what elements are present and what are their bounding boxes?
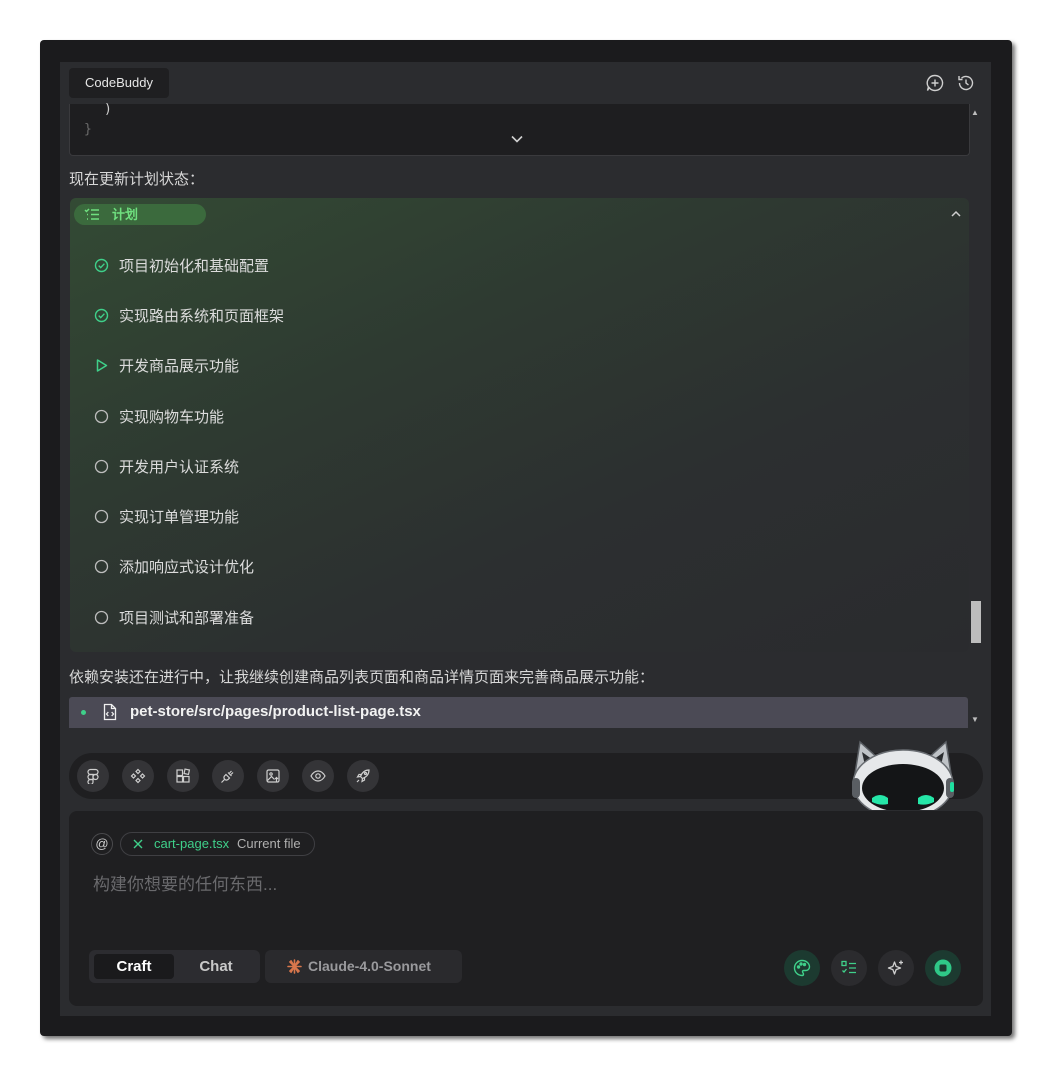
circle-icon (94, 610, 109, 625)
check-circle-icon (94, 308, 109, 323)
circle-icon (94, 559, 109, 574)
tab-codebuddy[interactable]: CodeBuddy (69, 68, 169, 98)
chevron-up-icon[interactable] (949, 207, 963, 221)
blocks-icon (176, 768, 191, 783)
context-file-sub: Current file (237, 836, 301, 851)
context-file-chip[interactable]: cart-page.tsx Current file (120, 832, 315, 856)
code-line: } (84, 122, 92, 137)
close-icon[interactable] (132, 838, 144, 850)
code-block: ) } (69, 102, 970, 156)
claude-logo-icon (287, 959, 302, 974)
prompt-input[interactable]: 构建你想要的任何东西... (93, 870, 277, 895)
plug-icon (221, 770, 234, 783)
scroll-down-arrow[interactable]: ▼ (971, 715, 979, 724)
blocks-button[interactable] (167, 760, 199, 792)
plan-tag: 计划 (74, 204, 206, 225)
preview-icon (310, 770, 326, 782)
circle-icon (94, 509, 109, 524)
model-name: Claude-4.0-Sonnet (308, 958, 431, 974)
chat-input-box: @ cart-page.tsx Current file 构建你想要的任何东西.… (69, 811, 983, 1006)
file-edit-row[interactable]: pet-store/src/pages/product-list-page.ts… (69, 697, 968, 728)
plan-title: 计划 (112, 207, 139, 222)
figma-button[interactable] (77, 760, 109, 792)
task-list-icon (84, 208, 99, 220)
theme-button[interactable] (784, 950, 820, 986)
enhance-prompt-button[interactable] (878, 950, 914, 986)
integrations-button[interactable] (212, 760, 244, 792)
file-path: pet-store/src/pages/product-list-page.ts… (130, 703, 421, 720)
robot-mascot-icon (852, 740, 954, 810)
mode-craft-button[interactable]: Craft (94, 954, 174, 979)
mode-chat-button[interactable]: Chat (176, 954, 256, 979)
add-chat-icon[interactable] (925, 73, 945, 93)
context-file-name: cart-page.tsx (154, 836, 230, 851)
components-button[interactable] (122, 760, 154, 792)
chevron-down-icon[interactable] (509, 131, 525, 147)
message-text: 现在更新计划状态： (69, 171, 205, 188)
code-file-icon (103, 703, 117, 721)
deploy-button[interactable] (347, 760, 379, 792)
sparkle-icon (887, 960, 903, 975)
image-upload-button[interactable] (257, 760, 289, 792)
task-list-button[interactable] (831, 950, 867, 986)
image-upload-icon (266, 769, 280, 783)
mode-switch: Craft Chat (89, 950, 260, 983)
scroll-up-arrow[interactable]: ▲ (971, 108, 979, 117)
status-dot (81, 710, 86, 715)
check-circle-icon (94, 258, 109, 273)
mention-button[interactable]: @ (91, 833, 113, 855)
play-icon (96, 359, 108, 372)
deploy-rocket-icon (356, 769, 370, 783)
stop-button[interactable] (925, 950, 961, 986)
circle-icon (94, 459, 109, 474)
stop-icon (934, 959, 952, 977)
preview-button[interactable] (302, 760, 334, 792)
code-line: ) (104, 102, 112, 117)
figma-icon (87, 768, 99, 784)
plan-card: 计划 项目初始化和基础配置 实现路由系统和页面框架 开发商品展示功能 实现购物车… (70, 198, 969, 652)
palette-icon (793, 959, 811, 977)
scrollbar-thumb[interactable] (971, 601, 981, 643)
circle-icon (94, 409, 109, 424)
model-selector[interactable]: Claude-4.0-Sonnet (265, 950, 462, 983)
components-icon (130, 768, 146, 784)
message-text: 依赖安装还在进行中，让我继续创建商品列表页面和商品详情页面来完善商品展示功能： (69, 669, 655, 686)
checklist-icon (841, 960, 856, 974)
history-icon[interactable] (956, 73, 976, 93)
